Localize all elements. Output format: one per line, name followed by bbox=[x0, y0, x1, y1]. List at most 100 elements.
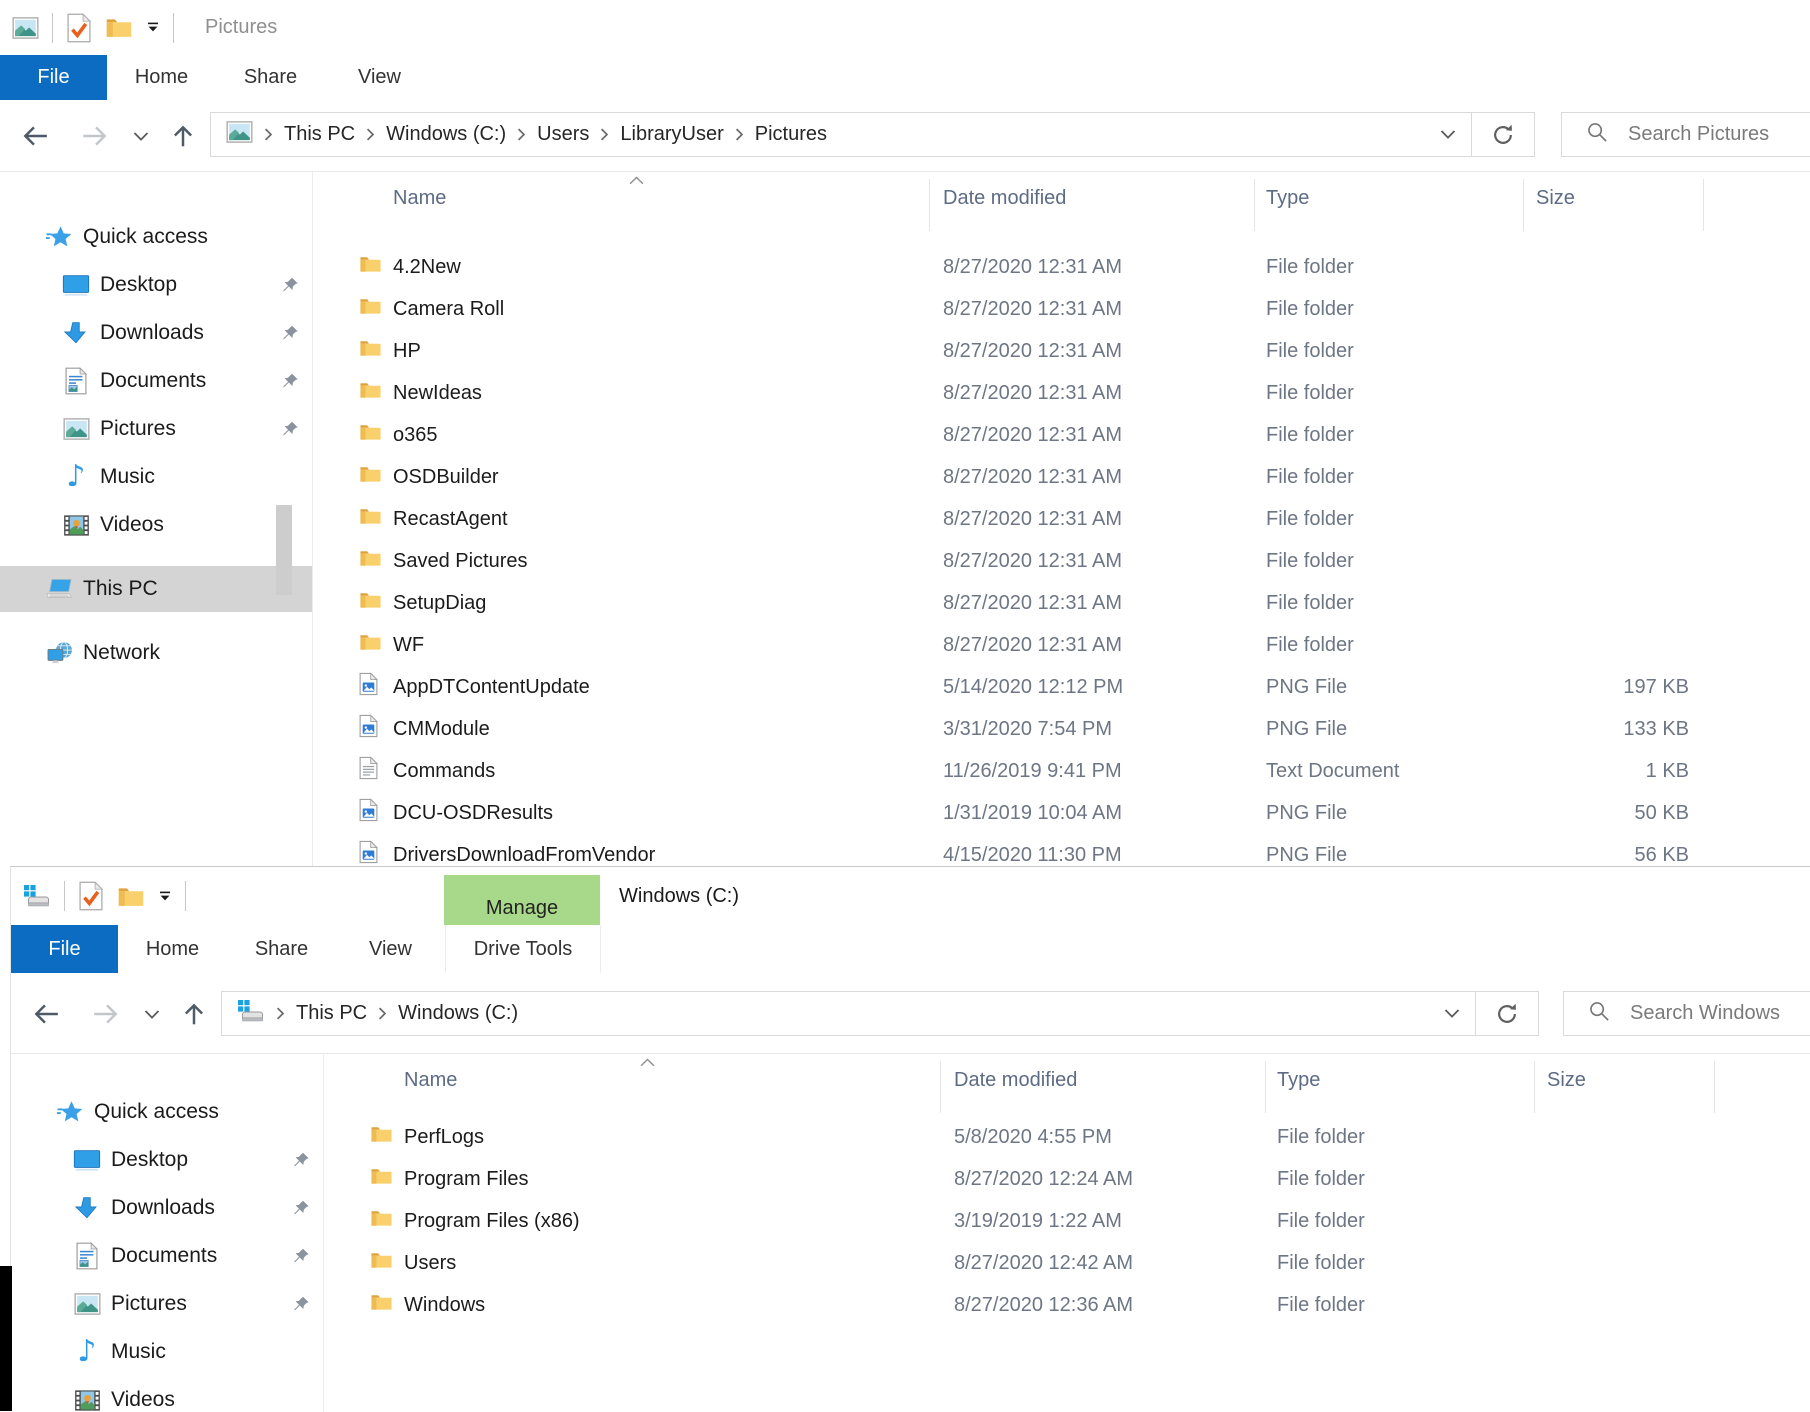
file-row-hp[interactable]: HP8/27/2020 12:31 AMFile folder bbox=[313, 330, 1810, 372]
tab-drive-tools[interactable]: Drive Tools bbox=[445, 925, 601, 973]
sidebar-item-quick-access[interactable]: Quick access bbox=[0, 213, 312, 261]
sidebar-item-network[interactable]: Network bbox=[0, 629, 312, 677]
breadcrumb-item-this-pc[interactable]: This PC bbox=[296, 1002, 367, 1025]
properties-button[interactable] bbox=[78, 881, 104, 911]
address-bar[interactable]: This PC Windows (C:) bbox=[221, 991, 1539, 1036]
file-row-recastagent[interactable]: RecastAgent8/27/2020 12:31 AMFile folder bbox=[313, 498, 1810, 540]
sidebar-item-label: Downloads bbox=[111, 1196, 215, 1220]
customize-qat-button[interactable] bbox=[146, 22, 160, 33]
sidebar-item-documents[interactable]: Documents bbox=[11, 1232, 323, 1280]
search-input[interactable]: Search Windows bbox=[1563, 991, 1810, 1036]
breadcrumb-item-pictures[interactable]: Pictures bbox=[755, 123, 827, 146]
sidebar-item-this-pc[interactable]: This PC bbox=[0, 566, 312, 612]
column-divider[interactable] bbox=[929, 179, 930, 231]
recent-locations-button[interactable] bbox=[137, 1001, 167, 1027]
sidebar-item-documents[interactable]: Documents bbox=[0, 357, 312, 405]
column-divider[interactable] bbox=[1703, 179, 1704, 231]
file-row-program-files-x86[interactable]: Program Files (x86)3/19/2019 1:22 AMFile… bbox=[324, 1200, 1810, 1242]
folder-icon bbox=[359, 549, 382, 574]
file-row-dcu-osdresults[interactable]: DCU-OSDResults1/31/2019 10:04 AMPNG File… bbox=[313, 792, 1810, 834]
file-row-windows[interactable]: Windows8/27/2020 12:36 AMFile folder bbox=[324, 1284, 1810, 1326]
refresh-button[interactable] bbox=[1475, 992, 1538, 1035]
breadcrumb-item-libraryuser[interactable]: LibraryUser bbox=[620, 123, 723, 146]
sidebar-item-desktop[interactable]: Desktop bbox=[11, 1136, 323, 1184]
up-button[interactable] bbox=[179, 1001, 209, 1027]
file-row-osdbuilder[interactable]: OSDBuilder8/27/2020 12:31 AMFile folder bbox=[313, 456, 1810, 498]
sidebar-item-quick-access[interactable]: Quick access bbox=[11, 1088, 323, 1136]
sidebar-item-pictures[interactable]: Pictures bbox=[0, 405, 312, 453]
sidebar-item-music[interactable]: ♪Music bbox=[0, 453, 312, 501]
file-row-setupdiag[interactable]: SetupDiag8/27/2020 12:31 AMFile folder bbox=[313, 582, 1810, 624]
sidebar-scrollbar-thumb[interactable] bbox=[276, 505, 292, 595]
file-row-driversdownloadfromvendor[interactable]: DriversDownloadFromVendor4/15/2020 11:30… bbox=[313, 834, 1810, 866]
address-bar[interactable]: This PC Windows (C:) Users LibraryUser Pictu… bbox=[210, 112, 1535, 157]
sidebar-item-videos[interactable]: Videos bbox=[0, 501, 312, 549]
recent-locations-button[interactable] bbox=[126, 123, 156, 149]
file-row-commands[interactable]: Commands11/26/2019 9:41 PMText Document1… bbox=[313, 750, 1810, 792]
column-header-type[interactable]: Type bbox=[1266, 187, 1309, 210]
file-row-perflogs[interactable]: PerfLogs5/8/2020 4:55 PMFile folder bbox=[324, 1116, 1810, 1158]
address-dropdown-button[interactable] bbox=[1425, 113, 1471, 156]
sidebar-item-pictures[interactable]: Pictures bbox=[11, 1280, 323, 1328]
column-header-date-modified[interactable]: Date modified bbox=[943, 187, 1066, 210]
column-header-size[interactable]: Size bbox=[1536, 187, 1575, 210]
column-header-name[interactable]: Name bbox=[393, 187, 446, 210]
tab-view[interactable]: View bbox=[325, 55, 434, 100]
new-folder-button[interactable] bbox=[105, 16, 133, 39]
breadcrumb-item-windows-c[interactable]: Windows (C:) bbox=[386, 123, 506, 146]
column-divider[interactable] bbox=[1523, 179, 1524, 231]
column-divider[interactable] bbox=[1714, 1061, 1715, 1113]
column-header-name[interactable]: Name bbox=[404, 1069, 457, 1092]
file-row-newideas[interactable]: NewIdeas8/27/2020 12:31 AMFile folder bbox=[313, 372, 1810, 414]
folder-icon bbox=[370, 1293, 393, 1318]
properties-button[interactable] bbox=[66, 13, 92, 43]
file-row-4-2new[interactable]: 4.2New8/27/2020 12:31 AMFile folder bbox=[313, 246, 1810, 288]
sidebar-item-videos[interactable]: Videos bbox=[11, 1376, 323, 1412]
column-header-size[interactable]: Size bbox=[1547, 1069, 1586, 1092]
contextual-tab-group-manage[interactable]: Manage bbox=[444, 875, 600, 925]
customize-qat-button[interactable] bbox=[158, 891, 172, 902]
sidebar-item-downloads[interactable]: Downloads bbox=[11, 1184, 323, 1232]
file-row-wf[interactable]: WF8/27/2020 12:31 AMFile folder bbox=[313, 624, 1810, 666]
file-row-cmmodule[interactable]: CMModule3/31/2020 7:54 PMPNG File133 KB bbox=[313, 708, 1810, 750]
tab-home[interactable]: Home bbox=[107, 55, 216, 100]
tab-share[interactable]: Share bbox=[216, 55, 325, 100]
tab-home[interactable]: Home bbox=[118, 925, 227, 973]
sidebar-item-desktop[interactable]: Desktop bbox=[0, 261, 312, 309]
column-header-date-modified[interactable]: Date modified bbox=[954, 1069, 1077, 1092]
forward-button[interactable] bbox=[80, 123, 110, 149]
refresh-button[interactable] bbox=[1471, 113, 1534, 156]
column-divider[interactable] bbox=[1265, 1061, 1266, 1113]
column-divider[interactable] bbox=[1254, 179, 1255, 231]
folder-icon bbox=[359, 591, 382, 616]
file-row-camera-roll[interactable]: Camera Roll8/27/2020 12:31 AMFile folder bbox=[313, 288, 1810, 330]
column-divider[interactable] bbox=[940, 1061, 941, 1113]
file-row-appdtcontentupdate[interactable]: AppDTContentUpdate5/14/2020 12:12 PMPNG … bbox=[313, 666, 1810, 708]
tab-file[interactable]: File bbox=[0, 55, 107, 100]
app-icon[interactable] bbox=[12, 17, 39, 39]
tab-view[interactable]: View bbox=[336, 925, 445, 973]
back-button[interactable] bbox=[31, 1001, 61, 1027]
new-folder-button[interactable] bbox=[117, 885, 145, 908]
back-button[interactable] bbox=[20, 123, 50, 149]
file-date-modified: 5/8/2020 4:55 PM bbox=[954, 1116, 1112, 1158]
sidebar-item-downloads[interactable]: Downloads bbox=[0, 309, 312, 357]
column-divider[interactable] bbox=[1534, 1061, 1535, 1113]
sidebar-item-music[interactable]: ♪Music bbox=[11, 1328, 323, 1376]
breadcrumb-item-this-pc[interactable]: This PC bbox=[284, 123, 355, 146]
tab-file[interactable]: File bbox=[11, 925, 118, 973]
breadcrumb-item-users[interactable]: Users bbox=[537, 123, 589, 146]
up-button[interactable] bbox=[168, 123, 198, 149]
file-row-saved-pictures[interactable]: Saved Pictures8/27/2020 12:31 AMFile fol… bbox=[313, 540, 1810, 582]
breadcrumb-item-windows-c[interactable]: Windows (C:) bbox=[398, 1002, 518, 1025]
tab-share[interactable]: Share bbox=[227, 925, 336, 973]
search-input[interactable]: Search Pictures bbox=[1561, 112, 1810, 157]
file-row-program-files[interactable]: Program Files8/27/2020 12:24 AMFile fold… bbox=[324, 1158, 1810, 1200]
forward-button[interactable] bbox=[91, 1001, 121, 1027]
app-icon[interactable] bbox=[23, 884, 51, 908]
address-dropdown-button[interactable] bbox=[1429, 992, 1475, 1035]
file-row-o365[interactable]: o3658/27/2020 12:31 AMFile folder bbox=[313, 414, 1810, 456]
file-row-users[interactable]: Users8/27/2020 12:42 AMFile folder bbox=[324, 1242, 1810, 1284]
explorer-window-pictures: Pictures FileHomeShareView This PC Window… bbox=[0, 0, 1810, 866]
column-header-type[interactable]: Type bbox=[1277, 1069, 1320, 1092]
